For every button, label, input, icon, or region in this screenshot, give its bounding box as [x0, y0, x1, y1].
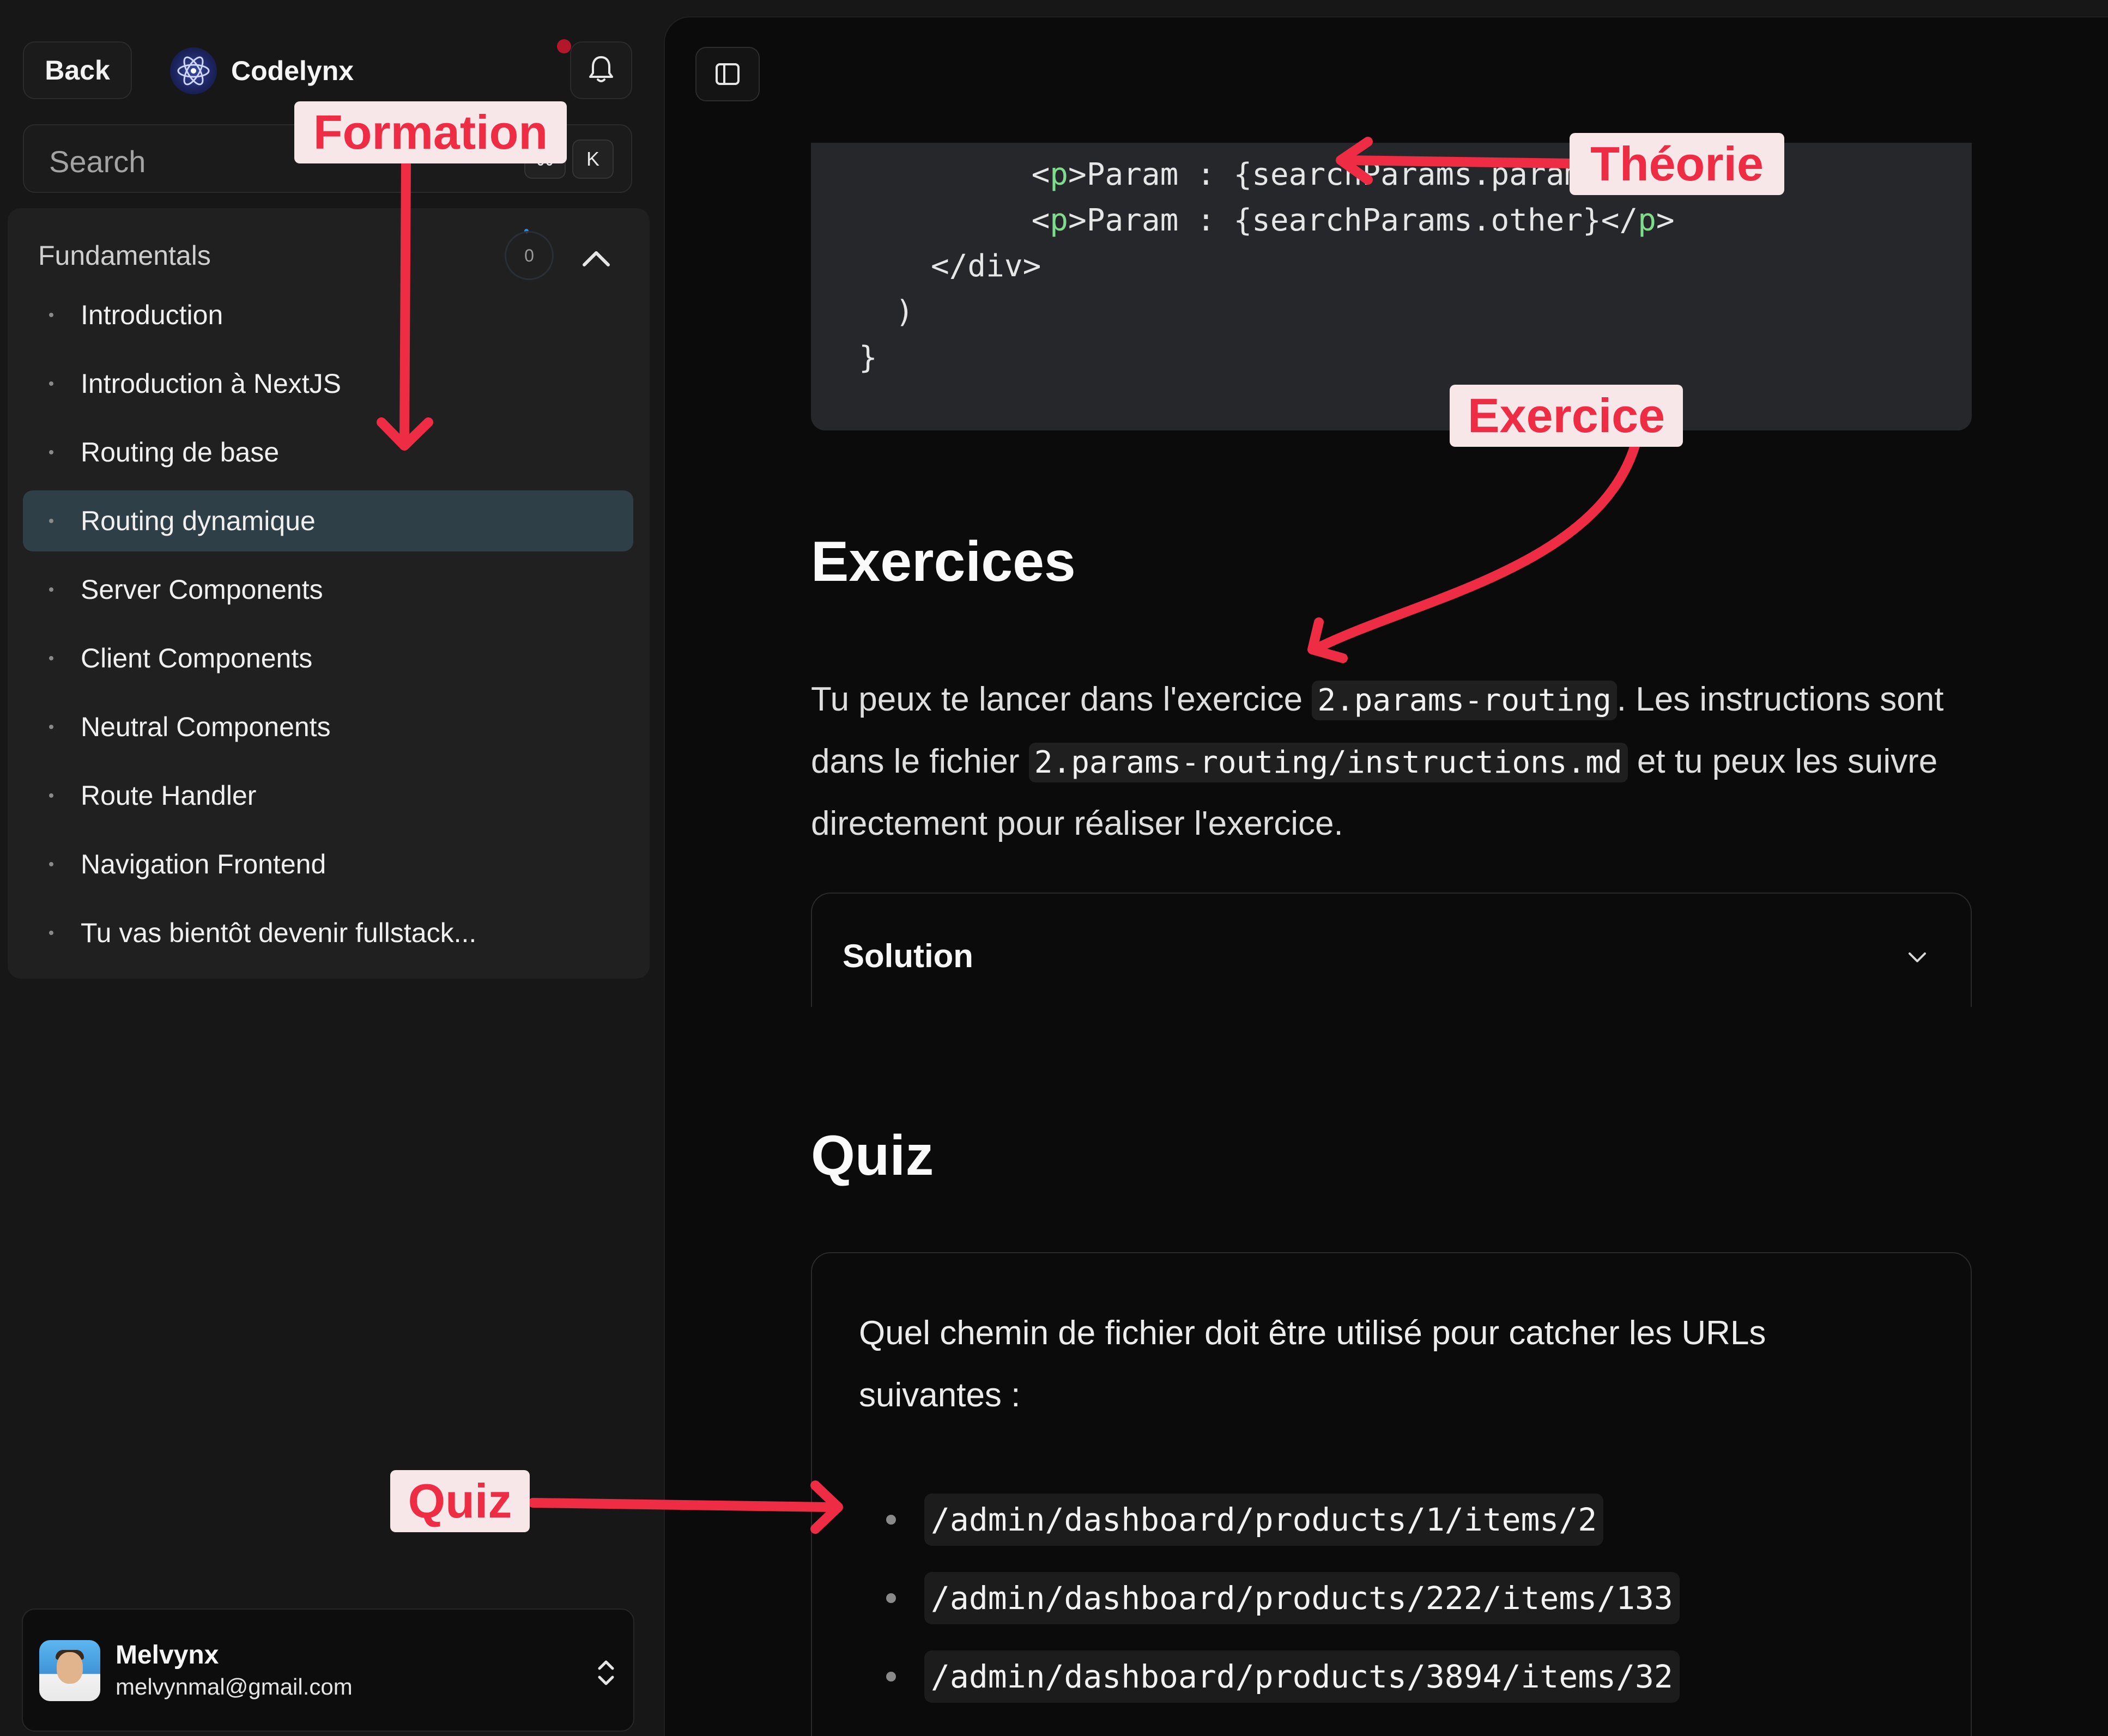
lesson-item-introduction-nextjs[interactable]: Introduction à NextJS	[23, 353, 633, 414]
quiz-option: /admin/dashboard/products/222/items/133	[886, 1568, 1680, 1628]
code-block: <p>Param : {searchParams.param}</p> <p>P…	[811, 143, 1972, 430]
lesson-item-routing-de-base[interactable]: Routing de base	[23, 422, 633, 483]
user-name: Melvynx	[116, 1641, 219, 1670]
bullet-icon	[886, 1593, 896, 1603]
solution-accordion[interactable]: Solution	[811, 893, 1972, 1007]
bullet-icon	[49, 587, 53, 592]
quiz-option-path: /admin/dashboard/products/222/items/133	[924, 1572, 1680, 1624]
lesson-label: Routing de base	[81, 437, 280, 468]
lesson-label: Navigation Frontend	[81, 849, 326, 879]
lesson-item-routing-dynamique[interactable]: Routing dynamique	[23, 490, 633, 551]
lesson-item-neutral-components[interactable]: Neutral Components	[23, 696, 633, 757]
sidebar-panel-icon	[716, 63, 740, 85]
quiz-question: Quel chemin de fichier doit être utilisé…	[859, 1314, 1766, 1414]
quiz-card: Quel chemin de fichier doit être utilisé…	[811, 1252, 1972, 1736]
chevron-down-icon	[1909, 952, 1926, 962]
bullet-icon	[49, 519, 53, 523]
lesson-label: Neutral Components	[81, 712, 331, 742]
code-line-1: <p>Param : {searchParams.param}</p>	[884, 157, 1675, 192]
module-fundamentals: Fundamentals 0 Introduction Introduction…	[8, 208, 650, 979]
module-title: Fundamentals	[38, 240, 211, 271]
brand[interactable]: Codelynx	[170, 46, 354, 96]
quiz-option-path: /admin/dashboard/products/3894/items/32	[924, 1650, 1680, 1703]
lesson-label: Introduction à NextJS	[81, 368, 342, 399]
lesson-item-server-components[interactable]: Server Components	[23, 559, 633, 620]
code-line-3: </div>	[931, 248, 1041, 284]
lesson-item-route-handler[interactable]: Route Handler	[23, 765, 633, 826]
quiz-heading: Quiz	[811, 1124, 934, 1187]
brand-name: Codelynx	[231, 56, 354, 86]
lesson-item-navigation-frontend[interactable]: Navigation Frontend	[23, 834, 633, 895]
code-line-4: )	[895, 294, 914, 330]
collapse-module-button[interactable]	[574, 236, 618, 280]
exercise-code: 2.params-routing	[1312, 681, 1617, 720]
search-placeholder: Search	[49, 144, 146, 179]
bullet-icon	[49, 862, 53, 866]
bullet-icon	[49, 450, 53, 454]
toggle-sidebar-button[interactable]	[695, 47, 760, 101]
lesson-item-introduction[interactable]: Introduction	[23, 284, 633, 345]
annotation-exercice: Exercice	[1450, 385, 1683, 447]
bullet-icon	[49, 656, 53, 660]
annotation-quiz: Quiz	[390, 1470, 530, 1532]
solution-label: Solution	[843, 938, 973, 974]
user-email: melvynmal@gmail.com	[116, 1674, 353, 1699]
lesson-label: Routing dynamique	[81, 506, 316, 536]
lesson-item-client-components[interactable]: Client Components	[23, 628, 633, 689]
user-menu-button[interactable]: Melvynx melvynmal@gmail.com	[22, 1608, 634, 1732]
bullet-icon	[49, 313, 53, 317]
bullet-icon	[49, 931, 53, 935]
bullet-icon	[49, 381, 53, 386]
annotation-theorie: Théorie	[1570, 133, 1784, 195]
lesson-label: Introduction	[81, 300, 223, 330]
bullet-icon	[886, 1672, 896, 1682]
sidebar: Back Codelynx Search ⌘ K Fundamentals 0	[0, 0, 662, 1736]
instructions-file-code: 2.params-routing/instructions.md	[1028, 743, 1628, 782]
exercices-heading: Exercices	[811, 530, 1076, 593]
back-button[interactable]: Back	[23, 41, 132, 99]
lesson-content: <p>Param : {searchParams.param}</p> <p>P…	[664, 16, 2108, 1736]
lesson-label: Route Handler	[81, 780, 257, 811]
bullet-icon	[49, 793, 53, 798]
bullet-icon	[49, 725, 53, 729]
exercise-paragraph: Tu peux te lancer dans l'exercice 2.para…	[811, 681, 1944, 842]
chevron-up-down-icon	[598, 1660, 614, 1685]
codelynx-logo-icon	[170, 47, 217, 94]
code-line-2: <p>Param : {searchParams.other}</p>	[884, 203, 1675, 238]
lesson-label: Client Components	[81, 643, 313, 673]
annotation-formation: Formation	[294, 101, 567, 163]
top-bar	[664, 0, 2108, 16]
code-line-5: }	[859, 340, 877, 375]
lesson-label: Server Components	[81, 574, 323, 605]
quiz-option: /admin/dashboard/products/1/items/2	[886, 1490, 1604, 1550]
avatar	[39, 1640, 100, 1701]
shortcut-k-key: K	[572, 139, 614, 179]
quiz-option-path: /admin/dashboard/products/1/items/2	[924, 1494, 1604, 1546]
lesson-label: Tu vas bientôt devenir fullstack...	[81, 918, 477, 948]
notifications-button[interactable]	[570, 41, 632, 99]
notification-dot	[557, 39, 571, 53]
bell-icon	[587, 54, 615, 87]
lesson-item-fullstack[interactable]: Tu vas bientôt devenir fullstack...	[23, 902, 633, 963]
quiz-option: /admin/dashboard/products/3894/items/32	[886, 1647, 1680, 1707]
module-progress: 0	[505, 231, 554, 280]
bullet-icon	[886, 1515, 896, 1525]
chevron-up-icon	[583, 251, 610, 266]
